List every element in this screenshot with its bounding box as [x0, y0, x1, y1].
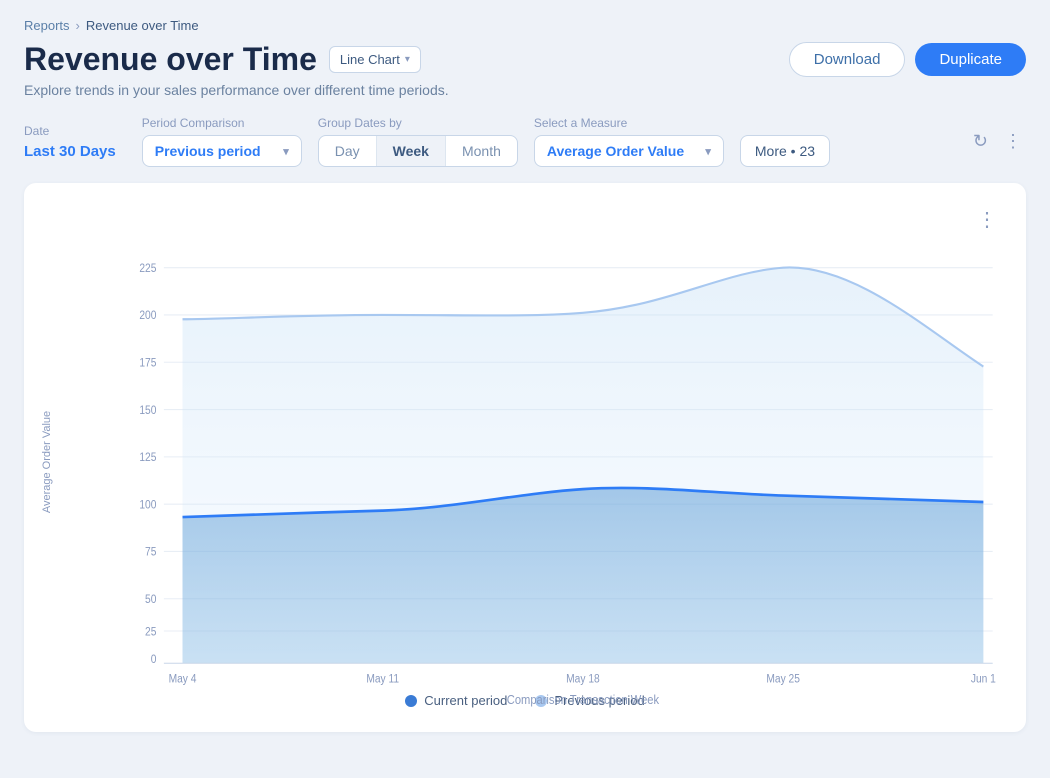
breadcrumb-separator: ›: [76, 18, 80, 33]
svg-text:175: 175: [139, 357, 156, 370]
svg-text:0: 0: [151, 654, 157, 667]
refresh-button[interactable]: ↻: [969, 127, 992, 156]
refresh-icon: ↻: [973, 131, 988, 151]
chevron-down-icon: ▾: [405, 54, 410, 65]
chart-type-button[interactable]: Line Chart ▾: [329, 46, 421, 73]
page-title: Revenue over Time: [24, 41, 317, 78]
svg-text:25: 25: [145, 626, 156, 639]
group-btn-day[interactable]: Day: [319, 136, 377, 166]
group-dates-label: Group Dates by: [318, 116, 518, 130]
period-filter-value: Previous period: [155, 143, 261, 159]
breadcrumb: Reports › Revenue over Time: [24, 18, 1026, 33]
more-section: x More • 23: [740, 116, 830, 167]
svg-text:50: 50: [145, 593, 156, 606]
legend-dot-current: [405, 695, 417, 707]
more-vert-icon: ⋮: [1004, 131, 1022, 151]
y-axis-title: Average Order Value: [41, 410, 53, 512]
svg-text:125: 125: [139, 452, 156, 465]
measure-label: Select a Measure: [534, 116, 724, 130]
svg-text:May 11: May 11: [366, 673, 399, 686]
date-filter-label: Date: [24, 124, 116, 138]
group-btn-month[interactable]: Month: [446, 136, 517, 166]
svg-text:75: 75: [145, 546, 156, 559]
measure-dropdown[interactable]: Average Order Value ▾: [534, 135, 724, 167]
more-button[interactable]: More • 23: [740, 135, 830, 167]
svg-text:200: 200: [139, 310, 156, 323]
chart-type-label: Line Chart: [340, 52, 400, 67]
chart-more-options-button[interactable]: ⋮: [973, 203, 1002, 236]
breadcrumb-current: Revenue over Time: [86, 18, 199, 33]
period-filter-section: Period Comparison Previous period ▾: [142, 116, 302, 167]
chart-card: ⋮ Average Order Value 225 200 175 150: [24, 183, 1026, 732]
page-subtitle: Explore trends in your sales performance…: [24, 82, 1026, 98]
legend-current: Current period: [405, 693, 507, 708]
toolbar-icons: ↻ ⋮: [969, 127, 1026, 156]
measure-value: Average Order Value: [547, 143, 684, 159]
svg-text:May 18: May 18: [566, 673, 600, 686]
chart-area: Average Order Value 225 200 175 150 125 …: [48, 244, 1002, 679]
more-options-button[interactable]: ⋮: [1000, 127, 1026, 156]
group-dates-section: Group Dates by Day Week Month: [318, 116, 518, 167]
date-filter-value[interactable]: Last 30 Days: [24, 143, 116, 160]
download-button[interactable]: Download: [789, 42, 906, 77]
measure-section: Select a Measure Average Order Value ▾: [534, 116, 724, 167]
svg-text:225: 225: [139, 262, 156, 275]
group-btn-week[interactable]: Week: [377, 136, 446, 166]
period-filter-label: Period Comparison: [142, 116, 302, 130]
period-chevron-icon: ▾: [283, 145, 289, 158]
x-axis-label-text: Comparison Transaction Week: [507, 692, 660, 707]
svg-text:Jun 1: Jun 1: [971, 673, 996, 686]
svg-text:100: 100: [139, 499, 156, 512]
svg-text:May 4: May 4: [169, 673, 197, 686]
svg-text:150: 150: [139, 404, 156, 417]
period-filter-dropdown[interactable]: Previous period ▾: [142, 135, 302, 167]
group-dates-buttons: Day Week Month: [318, 135, 518, 167]
measure-chevron-icon: ▾: [705, 145, 711, 158]
date-filter-section: Date Last 30 Days: [24, 124, 116, 160]
line-chart: 225 200 175 150 125 100 75 50 25 0: [108, 244, 1002, 674]
breadcrumb-parent[interactable]: Reports: [24, 18, 70, 33]
svg-text:May 25: May 25: [766, 673, 800, 686]
duplicate-button[interactable]: Duplicate: [915, 43, 1026, 76]
legend-current-label: Current period: [424, 693, 507, 708]
